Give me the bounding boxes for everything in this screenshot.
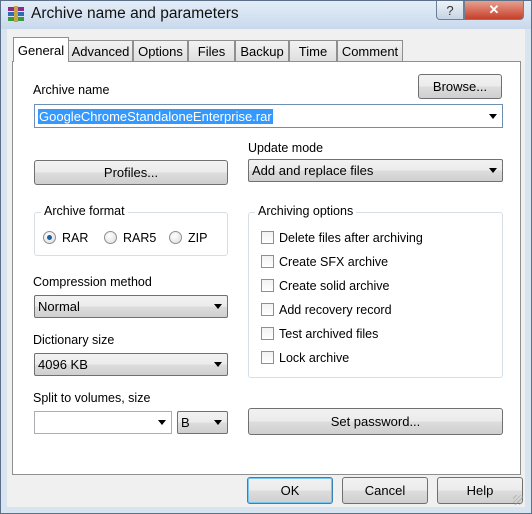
tab-label: General [17, 42, 65, 58]
checkbox-lock-archive[interactable] [261, 351, 274, 364]
archiving-options-group: Archiving options Delete files after arc… [248, 204, 503, 378]
dialog-window: Archive name and parameters ? ✕ General … [0, 0, 532, 514]
dictionary-size-value: 4096 KB [38, 357, 88, 372]
checkbox-create-sfx-label[interactable]: Create SFX archive [279, 255, 388, 269]
radio-rar-label[interactable]: RAR [62, 231, 88, 245]
tab-label: Advanced [71, 43, 130, 59]
radio-rar[interactable] [43, 231, 56, 244]
title-help-button[interactable]: ? [436, 1, 464, 20]
tab-general[interactable]: General [13, 37, 69, 62]
resize-grip[interactable] [513, 495, 523, 505]
update-mode-value: Add and replace files [252, 163, 374, 178]
checkbox-test-archived-label[interactable]: Test archived files [279, 327, 378, 341]
dialog-client-area: General Advanced Options Files Backup Ti… [7, 29, 525, 507]
chevron-down-icon[interactable] [489, 114, 497, 119]
compression-method-select[interactable]: Normal [34, 295, 228, 318]
archive-format-group: Archive format RAR RAR5 ZIP [34, 204, 228, 256]
general-tab-panel: Archive name Browse... GoogleChromeStand… [12, 61, 521, 475]
dictionary-size-select[interactable]: 4096 KB [34, 353, 228, 376]
browse-button[interactable]: Browse... [418, 74, 502, 99]
split-volumes-input[interactable] [34, 411, 172, 434]
chevron-down-icon [214, 362, 222, 367]
archive-format-title: Archive format [41, 204, 128, 218]
update-mode-label: Update mode [248, 141, 324, 155]
tab-label: Backup [240, 43, 284, 59]
dictionary-size-label: Dictionary size [33, 333, 115, 347]
ok-button[interactable]: OK [247, 477, 333, 504]
close-icon: ✕ [488, 2, 500, 17]
profiles-button[interactable]: Profiles... [34, 160, 228, 185]
checkbox-test-archived[interactable] [261, 327, 274, 340]
browse-button-label: Browse... [432, 79, 488, 94]
winrar-books-icon [8, 6, 24, 22]
checkbox-recovery-record[interactable] [261, 303, 274, 316]
tab-backup[interactable]: Backup [235, 40, 289, 61]
help-icon: ? [446, 2, 454, 18]
title-bar[interactable]: Archive name and parameters ? ✕ [1, 1, 531, 29]
split-volumes-label: Split to volumes, size [33, 391, 151, 405]
archive-name-input[interactable]: GoogleChromeStandaloneEnterprise.rar [34, 104, 503, 128]
set-password-button[interactable]: Set password... [248, 408, 503, 435]
radio-zip[interactable] [169, 231, 182, 244]
cancel-button-label: Cancel [364, 483, 406, 498]
checkbox-delete-files[interactable] [261, 231, 274, 244]
chevron-down-icon [214, 420, 222, 425]
help-button[interactable]: Help [437, 477, 523, 504]
checkbox-lock-archive-label[interactable]: Lock archive [279, 351, 349, 365]
chevron-down-icon [489, 168, 497, 173]
help-button-label: Help [466, 483, 494, 498]
checkbox-create-solid[interactable] [261, 279, 274, 292]
archiving-options-title: Archiving options [255, 204, 357, 218]
tab-time[interactable]: Time [289, 40, 337, 61]
checkbox-delete-files-label[interactable]: Delete files after archiving [279, 231, 423, 245]
compression-method-value: Normal [38, 299, 80, 314]
radio-zip-label[interactable]: ZIP [188, 231, 207, 245]
checkbox-recovery-record-label[interactable]: Add recovery record [279, 303, 392, 317]
checkbox-create-solid-label[interactable]: Create solid archive [279, 279, 389, 293]
split-unit-select[interactable]: B [177, 411, 228, 434]
tab-label: Files [197, 43, 226, 59]
chevron-down-icon[interactable] [158, 420, 166, 425]
tab-label: Options [138, 43, 183, 59]
compression-method-label: Compression method [33, 275, 152, 289]
tab-label: Comment [341, 43, 399, 59]
tab-comment[interactable]: Comment [337, 40, 403, 61]
window-title: Archive name and parameters [31, 5, 239, 22]
tab-label: Time [298, 43, 328, 59]
tab-options[interactable]: Options [133, 40, 188, 61]
archive-name-text: GoogleChromeStandaloneEnterprise.rar [38, 109, 273, 124]
update-mode-select[interactable]: Add and replace files [248, 159, 503, 182]
radio-rar5-label[interactable]: RAR5 [123, 231, 156, 245]
archive-name-label: Archive name [33, 83, 110, 97]
tab-files[interactable]: Files [188, 40, 235, 61]
profiles-button-label: Profiles... [103, 165, 159, 180]
set-password-button-label: Set password... [330, 414, 421, 429]
checkbox-create-sfx[interactable] [261, 255, 274, 268]
tab-advanced[interactable]: Advanced [68, 40, 133, 61]
ok-button-label: OK [280, 483, 300, 498]
cancel-button[interactable]: Cancel [342, 477, 428, 504]
chevron-down-icon [214, 304, 222, 309]
radio-rar5[interactable] [104, 231, 117, 244]
split-unit-value: B [181, 415, 190, 430]
title-close-button[interactable]: ✕ [464, 1, 524, 20]
